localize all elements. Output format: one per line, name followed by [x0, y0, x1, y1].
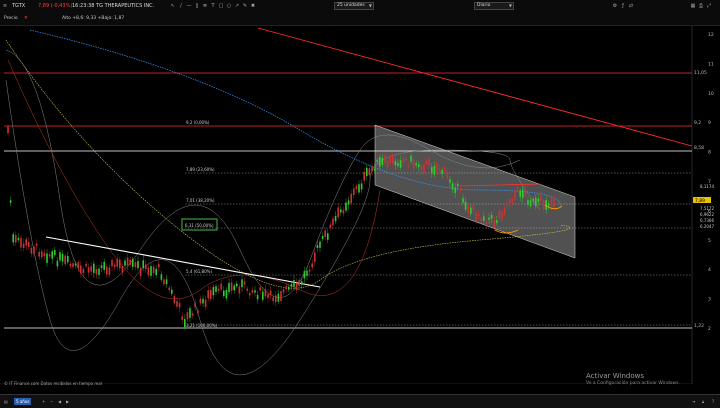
- price-tag-9-20: 9,2: [694, 120, 701, 126]
- fib-label-0: 9,2 (0,00%): [186, 120, 210, 125]
- chart-type-icon[interactable]: ▤: [2, 398, 8, 405]
- price-axis-label: 3: [708, 297, 711, 303]
- chevron-down-icon: ▼: [368, 3, 372, 8]
- horizontal-line-icon[interactable]: —: [186, 3, 192, 9]
- price-axis-label: 5: [708, 238, 711, 244]
- scroll-left-icon[interactable]: ◀: [56, 398, 62, 405]
- cursor-icon[interactable]: ↖: [170, 3, 176, 9]
- price-axis-label: 9: [708, 120, 711, 126]
- price-change: 7,89 (-0,43%): [38, 3, 73, 9]
- price-tag-6-73: 6,7366: [700, 218, 714, 223]
- data-source-note: © IT Finance.com Datos recibidos en tiem…: [4, 381, 102, 386]
- fib-label-61: 5,4 (61,80%): [186, 269, 212, 274]
- period-dropdown[interactable]: Diario ▼: [474, 2, 514, 10]
- legend-precio[interactable]: Precio: [4, 16, 18, 21]
- price-tag-6-20: 6,2047: [700, 224, 714, 229]
- price-tag-6-96: 6,9622: [700, 212, 714, 217]
- company-name: 16:23:38 TG THERAPEUTICS INC.: [72, 3, 155, 9]
- ticker-symbol[interactable]: TGTX: [12, 3, 25, 9]
- range-dropdown-value: 25 unidades: [337, 3, 365, 8]
- pencil-icon[interactable]: ✎: [242, 3, 248, 9]
- line-tool-icon[interactable]: /: [178, 3, 184, 9]
- price-axis-label: 8: [708, 150, 711, 156]
- menu-icon[interactable]: ≡: [2, 3, 8, 9]
- fib-label-38: 7,01 (38,20%): [186, 198, 215, 203]
- compare-icon[interactable]: ⇄: [628, 3, 634, 9]
- settings-icon[interactable]: ⚙: [612, 3, 618, 9]
- legend-stats: Alto +8,6: 9,33 +Bajo: 1,87: [62, 16, 125, 21]
- arrow-tool-icon[interactable]: ↗: [234, 3, 240, 9]
- windows-activation-title: Activar Windows: [586, 372, 644, 380]
- price-tag-11-05: 11,05: [694, 70, 707, 76]
- scroll-right-icon[interactable]: ▶: [64, 398, 70, 405]
- fib-label-50: 6,31 (50,00%): [185, 223, 214, 228]
- price-axis-label: 10: [708, 91, 714, 97]
- text-tool-icon[interactable]: T: [210, 3, 216, 9]
- indicator-icon[interactable]: ƒ: [620, 3, 626, 9]
- trash-icon[interactable]: ✖: [250, 3, 256, 9]
- price-tag-8-58: 8,58: [694, 145, 704, 151]
- price-tag-7-51: 7,5172: [700, 206, 714, 211]
- range-dropdown[interactable]: 25 unidades ▼: [334, 2, 374, 10]
- fibonacci-icon[interactable]: ≣: [202, 3, 208, 9]
- price-axis-label: 2: [708, 326, 711, 332]
- channel-tool-icon[interactable]: ∥: [194, 3, 200, 9]
- lock-icon[interactable]: 🔒︎: [700, 398, 706, 405]
- zoom-in-icon[interactable]: +: [40, 398, 46, 405]
- toolbar-row-top: ≡ TGTX 7,89 (-0,43%) 16:23:38 TG THERAPE…: [0, 0, 720, 13]
- period-dropdown-value: Diario: [477, 3, 491, 8]
- print-icon[interactable]: ⎙: [698, 3, 704, 9]
- price-axis-label: 12: [708, 32, 714, 38]
- scroll-end-icon[interactable]: ⇥: [690, 398, 696, 405]
- zoom-out-icon[interactable]: −: [48, 398, 54, 405]
- toolbar-row-legend: Precio ✕ Alto +8,6: 9,33 +Bajo: 1,87: [0, 13, 720, 26]
- help-icon[interactable]: ?: [710, 398, 716, 405]
- windows-activation-subtitle: Ve a Configuración para activar Windows.: [586, 381, 680, 386]
- layout-icon[interactable]: ▦: [690, 3, 696, 9]
- ellipse-icon[interactable]: ○: [226, 3, 232, 9]
- current-price-tag: 7,89: [695, 198, 705, 204]
- time-range-button[interactable]: 5 años: [14, 398, 32, 405]
- price-axis-label: 11: [708, 61, 714, 67]
- price-tag-8-11: 8,1174: [700, 184, 714, 189]
- price-chart[interactable]: 9,2 (0,00%) 7,89 (23,60%) 7,01 (38,20%) …: [0, 26, 720, 384]
- rectangle-icon[interactable]: □: [218, 3, 224, 9]
- status-bar: ▤ 5 años + − ◀ ▶ ⇥ 🔒︎ ?: [0, 394, 720, 408]
- price-axis-label: 4: [708, 267, 711, 273]
- fullscreen-icon[interactable]: ⤢: [706, 3, 712, 9]
- chevron-down-icon: ▼: [508, 3, 512, 8]
- price-tag-1-22: 1,22: [694, 323, 704, 329]
- fib-label-23: 7,89 (23,60%): [186, 167, 215, 172]
- legend-close-icon[interactable]: ✕: [24, 16, 28, 21]
- chart-toolbar: ≡ TGTX 7,89 (-0,43%) 16:23:38 TG THERAPE…: [0, 0, 720, 26]
